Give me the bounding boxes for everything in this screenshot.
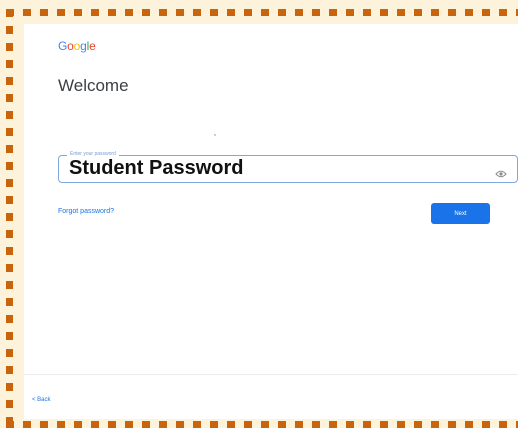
next-button[interactable]: Next <box>431 203 490 224</box>
page-title: Welcome <box>58 76 129 95</box>
decorative-dot <box>214 134 216 136</box>
frame-top-border <box>6 9 518 16</box>
google-logo: Google <box>58 39 96 53</box>
footer-divider <box>24 374 518 375</box>
back-link[interactable]: < Back <box>32 397 51 403</box>
password-value[interactable]: Student Password <box>69 157 243 180</box>
signin-card: Google Welcome Enter your password Stude… <box>24 24 518 419</box>
eye-icon[interactable] <box>495 165 507 178</box>
frame-left-border <box>6 9 13 428</box>
forgot-password-link[interactable]: Forgot password? <box>58 208 114 215</box>
password-field[interactable]: Enter your password Student Password <box>58 151 518 183</box>
frame-bottom-border <box>6 421 518 428</box>
logo-letter: e <box>89 39 96 53</box>
logo-letter: G <box>58 39 68 53</box>
